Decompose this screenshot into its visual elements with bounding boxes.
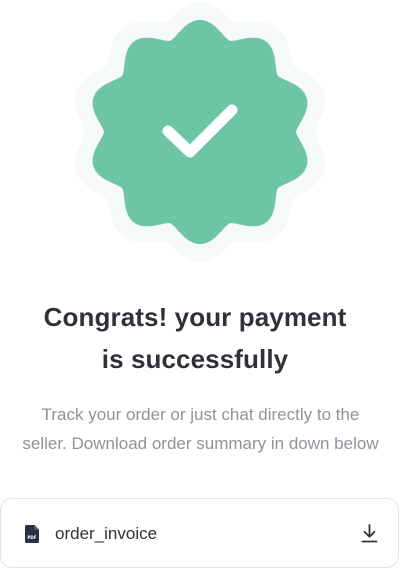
success-description-line-2: seller. Download order summary in down b…: [22, 434, 379, 453]
pdf-file-icon: PDF: [25, 525, 39, 543]
success-title: Congrats! your payment is successfully: [0, 296, 390, 380]
payment-success-screen: Congrats! your payment is successfully T…: [0, 0, 401, 570]
order-invoice-file-row[interactable]: PDF order_invoice: [0, 498, 399, 568]
success-title-line-1: Congrats! your payment: [43, 302, 347, 332]
success-description: Track your order or just chat directly t…: [0, 400, 401, 458]
success-title-line-2: is successfully: [101, 344, 289, 374]
pdf-icon-label: PDF: [28, 535, 37, 540]
file-name: order_invoice: [55, 524, 158, 543]
download-icon[interactable]: [361, 524, 378, 543]
check-badge-icon: [68, 0, 332, 264]
success-description-line-1: Track your order or just chat directly t…: [41, 405, 360, 424]
